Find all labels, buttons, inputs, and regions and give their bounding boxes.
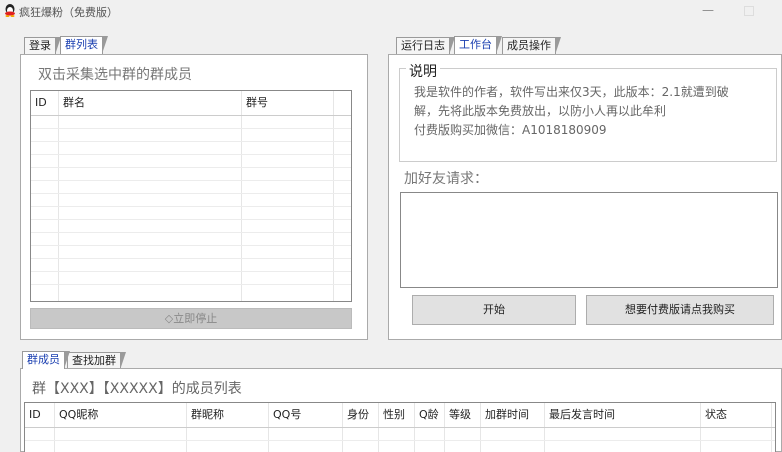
description-line: 付费版购买加微信：A1018180909 [414,123,607,137]
column-header-level[interactable]: 等级 [445,403,481,427]
column-header-qq-age[interactable]: Q龄 [415,403,445,427]
column-header-status[interactable]: 状态 [701,403,771,427]
column-header-qq-nickname[interactable]: QQ昵称 [55,403,187,427]
tab-member-ops[interactable]: 成员操作 [502,37,561,55]
friend-request-input[interactable] [400,192,778,288]
column-header-id[interactable]: ID [31,91,59,115]
column-header-last-speak-time[interactable]: 最后发言时间 [545,403,701,427]
column-header-group-nickname[interactable]: 群昵称 [187,403,269,427]
minimize-button[interactable]: — [700,3,716,17]
title-bar: 疯狂爆粉（免费版） — [0,0,782,22]
description-line: 我是软件的作者，软件写出来仅3天，此版本：2.1就遭到破 [414,85,729,99]
tab-run-log[interactable]: 运行日志 [396,37,455,55]
tab-group-list[interactable]: 群列表 [60,36,108,54]
group-list-hint: 双击采集选中群的群成员 [38,67,192,83]
column-header-role[interactable]: 身份 [343,403,379,427]
start-button[interactable]: 开始 [412,295,576,325]
column-header-group-number[interactable]: 群号 [242,91,334,115]
maximize-button[interactable] [740,3,756,17]
column-header-join-time[interactable]: 加群时间 [481,403,545,427]
description-line: 解，先将此版本免费放出，以防小人再以此牟利 [414,104,667,118]
tab-group-members[interactable]: 群成员 [22,351,70,369]
member-table[interactable]: ID QQ昵称 群昵称 QQ号 身份 性别 Q龄 等级 加群时间 最后发言时间 … [24,402,776,452]
member-list-hint: 群【XXX】【XXXXX】的成员列表 [32,381,242,397]
description-title: 说明 [406,61,440,81]
tab-workbench[interactable]: 工作台 [454,36,502,54]
stop-button[interactable]: ◇立即停止 [30,308,352,329]
friend-request-label: 加好友请求： [404,171,488,187]
buy-paid-version-button[interactable]: 想要付费版请点我购买 [586,295,774,325]
penguin-icon [5,4,15,17]
group-table[interactable]: ID 群名 群号 [30,90,352,302]
column-header-group-name[interactable]: 群名 [59,91,239,115]
column-header-gender[interactable]: 性别 [379,403,415,427]
tab-login[interactable]: 登录 [24,37,61,55]
window-title: 疯狂爆粉（免费版） [19,6,118,19]
column-header-qq-number[interactable]: QQ号 [269,403,343,427]
tab-find-groups[interactable]: 查找加群 [67,352,126,370]
column-header-id[interactable]: ID [25,403,55,427]
